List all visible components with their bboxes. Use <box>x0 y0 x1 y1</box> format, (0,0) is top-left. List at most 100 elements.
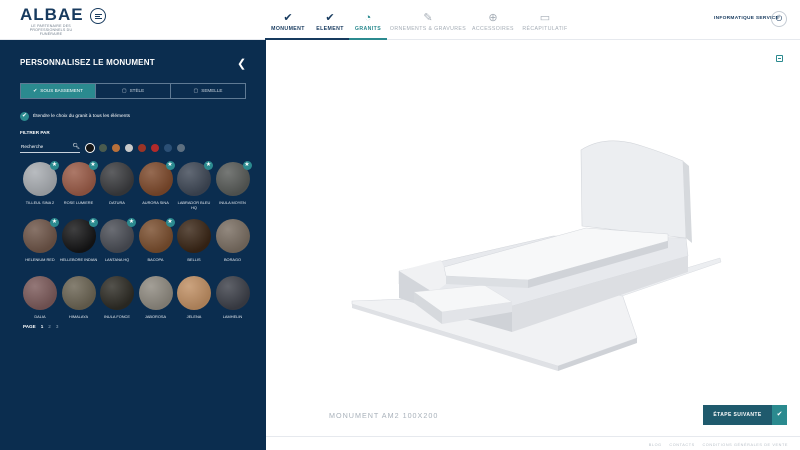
granite-tile[interactable]: ★ INULA MOYEN <box>214 161 252 205</box>
granite-swatch[interactable]: ★ <box>23 218 59 253</box>
step-label: ORNEMENTS & GRAVURES <box>389 26 467 32</box>
granite-tile[interactable]: DALIA <box>21 276 59 319</box>
granite-label: JELENA <box>186 314 202 319</box>
step-navigation: ✔ MONUMENT ✔ ELEMENT ◔ GRANITS ✎ ORNEMEN… <box>265 0 573 40</box>
granite-swatch[interactable]: ★ <box>138 218 175 253</box>
plus-circle-icon: ⊕ <box>488 12 498 24</box>
granite-swatch[interactable]: ★ <box>100 218 136 253</box>
step-monument[interactable]: ✔ MONUMENT <box>265 0 311 40</box>
color-filter-red[interactable] <box>151 144 159 152</box>
color-filter-brown-red[interactable] <box>138 144 146 152</box>
tab-label: SEMELLE <box>201 88 223 93</box>
hamburger-menu-button[interactable] <box>90 8 106 24</box>
granite-swatch[interactable]: ★ <box>177 161 213 196</box>
granite-tile[interactable]: ★ BACOPA <box>137 218 175 262</box>
granite-label: TILLEUL SINA 2 <box>25 200 55 205</box>
granite-tile[interactable]: JELENA <box>175 276 213 319</box>
monument-viewer-area: MONUMENT AM2 100X200 ÉTAPE SUIVANTE ✔ BL… <box>266 40 800 450</box>
tab-stele[interactable]: ▢ STÈLE <box>96 84 171 98</box>
granite-swatch[interactable]: ★ <box>23 161 59 196</box>
save-icon[interactable] <box>776 55 783 62</box>
tab-label: SOUS BASSEMENT <box>40 88 83 93</box>
star-icon: ★ <box>50 218 59 227</box>
granite-label: DATURA <box>109 200 125 205</box>
granite-tile[interactable]: ★ HELLEBORE INDIAN <box>59 218 98 262</box>
step-label: ACCESSOIRES <box>472 26 514 32</box>
color-filter-blue[interactable] <box>164 144 172 152</box>
granite-swatch[interactable] <box>138 276 173 310</box>
granite-swatch[interactable]: ★ <box>61 161 98 196</box>
granite-swatch[interactable] <box>23 276 57 310</box>
step-accessoires[interactable]: ⊕ ACCESSOIRES <box>469 0 517 40</box>
granite-tile[interactable]: JABOROSA <box>137 276 175 319</box>
granite-swatch[interactable] <box>177 276 211 310</box>
step-recapitulatif[interactable]: ▭ RÉCAPITULATIF <box>517 0 573 40</box>
star-icon: ★ <box>165 218 175 227</box>
granite-tile[interactable]: BORAGO <box>214 219 252 262</box>
granite-swatch[interactable]: ★ <box>61 218 98 253</box>
granite-tile[interactable]: HIMALAYA <box>60 276 98 319</box>
granite-tile[interactable]: BELLIS <box>175 219 213 262</box>
granite-swatch[interactable] <box>215 276 250 310</box>
step-ornements[interactable]: ✎ ORNEMENTS & GRAVURES <box>387 0 469 40</box>
color-filter-slate[interactable] <box>177 144 185 152</box>
footer-link-contacts[interactable]: CONTACTS <box>669 443 694 447</box>
power-icon[interactable]: ⏻ <box>771 11 787 27</box>
checkbox-checked-icon[interactable]: ✔ <box>20 112 29 121</box>
granite-label: JABOROSA <box>144 314 167 319</box>
granite-label: BELLIS <box>187 257 201 262</box>
albae-logo[interactable]: ALBAE LE PARTENAIRE DES PROFESSIONNELS D… <box>20 6 84 36</box>
search-icon[interactable]: 🔍︎ <box>72 143 80 150</box>
granite-swatch[interactable]: ★ <box>215 161 252 196</box>
pencil-icon: ✎ <box>423 12 433 24</box>
account-name[interactable]: INFORMATIQUE SERVICE <box>714 16 779 21</box>
element-tabs: ✔ SOUS BASSEMENT ▢ STÈLE ▢ SEMELLE <box>20 83 246 99</box>
granite-tile[interactable]: INULA FONCE <box>98 276 136 319</box>
granite-label: AURORA SINA <box>142 200 169 205</box>
granite-tile[interactable]: ★ HELENIUM RED <box>21 218 59 262</box>
granite-tile[interactable]: DATURA <box>98 162 136 205</box>
monument-3d-view[interactable] <box>266 40 800 450</box>
next-step-button[interactable]: ÉTAPE SUIVANTE ✔ <box>703 405 787 425</box>
granit-icon: ◔ <box>364 12 372 24</box>
granite-tile[interactable]: ★ ROSE LUMIERE <box>60 161 98 205</box>
page-1[interactable]: 1 <box>41 324 44 329</box>
search-input[interactable] <box>21 144 71 149</box>
granite-swatch[interactable] <box>100 162 134 196</box>
granite-tile[interactable]: ★ AURORA SINA <box>137 161 175 205</box>
footer-link-cgv[interactable]: CONDITIONS GÉNÉRALES DE VENTE <box>702 443 788 447</box>
granite-label: HELLEBORE INDIAN <box>59 257 98 262</box>
footer-link-blog[interactable]: BLOG <box>649 443 662 447</box>
check-icon: ✔ <box>772 405 787 425</box>
color-filter-black[interactable] <box>86 144 94 152</box>
granite-tile[interactable]: LAMHELIN <box>214 276 252 319</box>
granite-swatch[interactable] <box>177 219 211 253</box>
pagination-label: PAGE <box>23 324 36 329</box>
color-filter-green[interactable] <box>99 144 107 152</box>
step-granits[interactable]: ◔ GRANITS <box>349 0 387 40</box>
extend-granit-option[interactable]: ✔ Étendre le choix du granit à tous les … <box>20 112 130 121</box>
tab-sous-bassement[interactable]: ✔ SOUS BASSEMENT <box>21 84 96 98</box>
granite-tile[interactable]: ★ LABRADOR BLEU HQ <box>175 161 213 210</box>
page-3[interactable]: 3 <box>56 324 59 329</box>
star-icon: ★ <box>242 161 252 170</box>
chevron-left-icon[interactable]: ❮ <box>237 57 246 70</box>
step-element[interactable]: ✔ ELEMENT <box>311 0 349 40</box>
granite-tile[interactable]: ★ LANTANA HQ <box>98 218 136 262</box>
footer-links: BLOG CONTACTS CONDITIONS GÉNÉRALES DE VE… <box>643 443 788 447</box>
granite-tile[interactable]: ★ TILLEUL SINA 2 <box>21 161 59 205</box>
tab-semelle[interactable]: ▢ SEMELLE <box>171 84 245 98</box>
customize-sidebar: PERSONNALISEZ LE MONUMENT ❮ ✔ SOUS BASSEM… <box>0 40 266 450</box>
granite-swatch[interactable] <box>61 276 96 310</box>
logo-text: ALBAE <box>20 5 84 24</box>
color-filter-grey[interactable] <box>125 144 133 152</box>
granite-swatch[interactable]: ★ <box>138 161 175 196</box>
granite-swatch[interactable] <box>215 219 250 253</box>
star-icon: ★ <box>50 161 59 170</box>
color-filter-orange[interactable] <box>112 144 120 152</box>
page-2[interactable]: 2 <box>48 324 51 329</box>
star-icon: ★ <box>165 161 175 170</box>
check-icon: ✔ <box>325 12 335 24</box>
granite-swatch[interactable] <box>100 276 134 310</box>
star-icon: ★ <box>88 161 98 170</box>
